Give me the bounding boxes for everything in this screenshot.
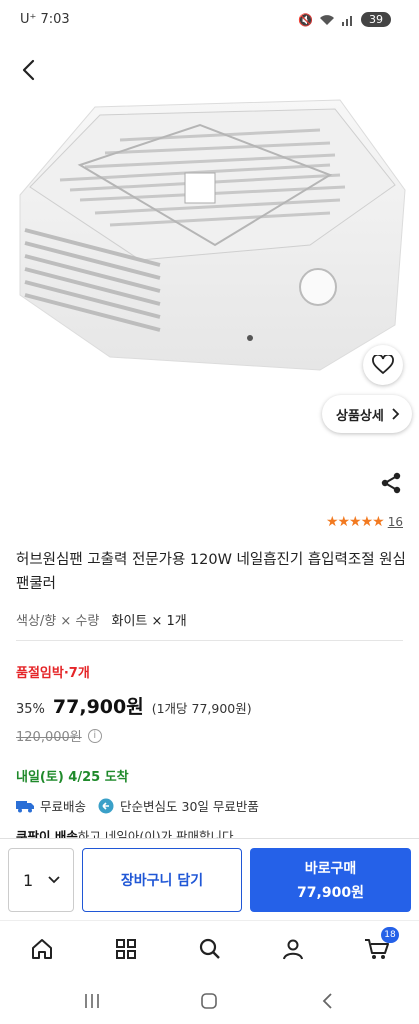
system-back-icon[interactable]	[315, 990, 339, 1012]
status-time: U⁺ 7:03	[20, 12, 70, 27]
signal-icon	[342, 15, 352, 26]
rating-stars: ★★★★★	[325, 514, 385, 530]
seller-brand: 쿠팡이 배송	[16, 829, 78, 838]
product-detail-button[interactable]: 상품상세	[322, 395, 412, 433]
grid-icon	[116, 939, 136, 959]
mute-icon: 🔇	[298, 12, 313, 27]
nav-categories[interactable]	[112, 935, 140, 963]
chevron-right-icon	[392, 408, 400, 420]
nav-home[interactable]	[28, 935, 56, 963]
wifi-icon	[320, 14, 334, 25]
free-return-label: 단순변심도 30일 무료반품	[120, 799, 259, 814]
back-arrow-icon[interactable]	[16, 56, 44, 84]
status-icons: 🔇 39	[298, 12, 391, 27]
unit-price: (1개당 77,900원)	[151, 701, 252, 716]
home-button-icon[interactable]	[197, 990, 221, 1012]
share-icon[interactable]	[378, 470, 404, 496]
price-row: 35% 77,900원 (1개당 77,900원)	[16, 692, 252, 719]
chevron-down-icon	[48, 876, 60, 884]
nav-search[interactable]	[196, 935, 224, 963]
home-icon	[32, 939, 52, 959]
buy-now-label: 바로구매	[304, 861, 357, 877]
nav-my-page[interactable]	[279, 935, 307, 963]
bottom-nav: 18	[0, 920, 419, 978]
truck-icon	[16, 800, 34, 812]
recent-apps-icon[interactable]	[80, 990, 104, 1012]
original-price-row: 120,000원 i	[16, 726, 102, 745]
system-nav	[0, 978, 419, 1024]
heart-icon	[372, 355, 394, 375]
nav-cart[interactable]: 18	[363, 927, 399, 963]
quantity-selector[interactable]: 1	[8, 848, 74, 912]
rating[interactable]: ★★★★★ 16	[326, 514, 403, 530]
add-to-cart-label: 장바구니 담기	[120, 873, 204, 889]
return-icon	[98, 798, 114, 813]
seller-info: 쿠팡이 배송하고 네일아(이)가 판매합니다	[16, 826, 234, 838]
free-shipping-label: 무료배송	[40, 799, 87, 814]
purchase-bar: 1 장바구니 담기 바로구매 77,900원	[0, 838, 419, 920]
sale-price: 77,900원	[52, 696, 144, 718]
status-bar: U⁺ 7:03 🔇 39	[0, 0, 419, 42]
user-icon	[283, 939, 303, 960]
option-value: 화이트 × 1개	[111, 614, 187, 629]
info-icon[interactable]: i	[87, 728, 102, 743]
delivery-date: 내일(토) 4/25 도착	[16, 770, 129, 785]
quantity-value: 1	[23, 870, 34, 890]
discount-rate: 35%	[16, 702, 45, 717]
option-label: 색상/향 × 수량	[16, 614, 100, 629]
divider	[16, 640, 403, 641]
product-image[interactable]	[0, 95, 419, 385]
cart-count-badge: 18	[381, 927, 399, 943]
review-count[interactable]: 16	[388, 515, 403, 529]
buy-now-price: 77,900원	[297, 885, 364, 901]
selected-option[interactable]: 색상/향 × 수량 화이트 × 1개	[16, 610, 187, 629]
original-price: 120,000원	[16, 730, 82, 745]
product-title: 허브원심팬 고출력 전문가용 120W 네일흡진기 흡입력조절 원심팬쿨러	[16, 552, 406, 592]
benefits-row: 무료배송 단순변심도 30일 무료반품	[16, 796, 259, 815]
search-icon	[199, 938, 220, 959]
battery-indicator: 39	[361, 12, 391, 27]
stock-urgency-text: 품절임박·7개	[16, 666, 90, 681]
product-detail-label: 상품상세	[336, 408, 384, 424]
favorite-button[interactable]	[363, 345, 403, 385]
add-to-cart-button[interactable]: 장바구니 담기	[82, 848, 242, 912]
buy-now-button[interactable]: 바로구매 77,900원	[250, 848, 411, 912]
seller-text: 하고 네일아(이)가 판매합니다	[77, 829, 234, 838]
